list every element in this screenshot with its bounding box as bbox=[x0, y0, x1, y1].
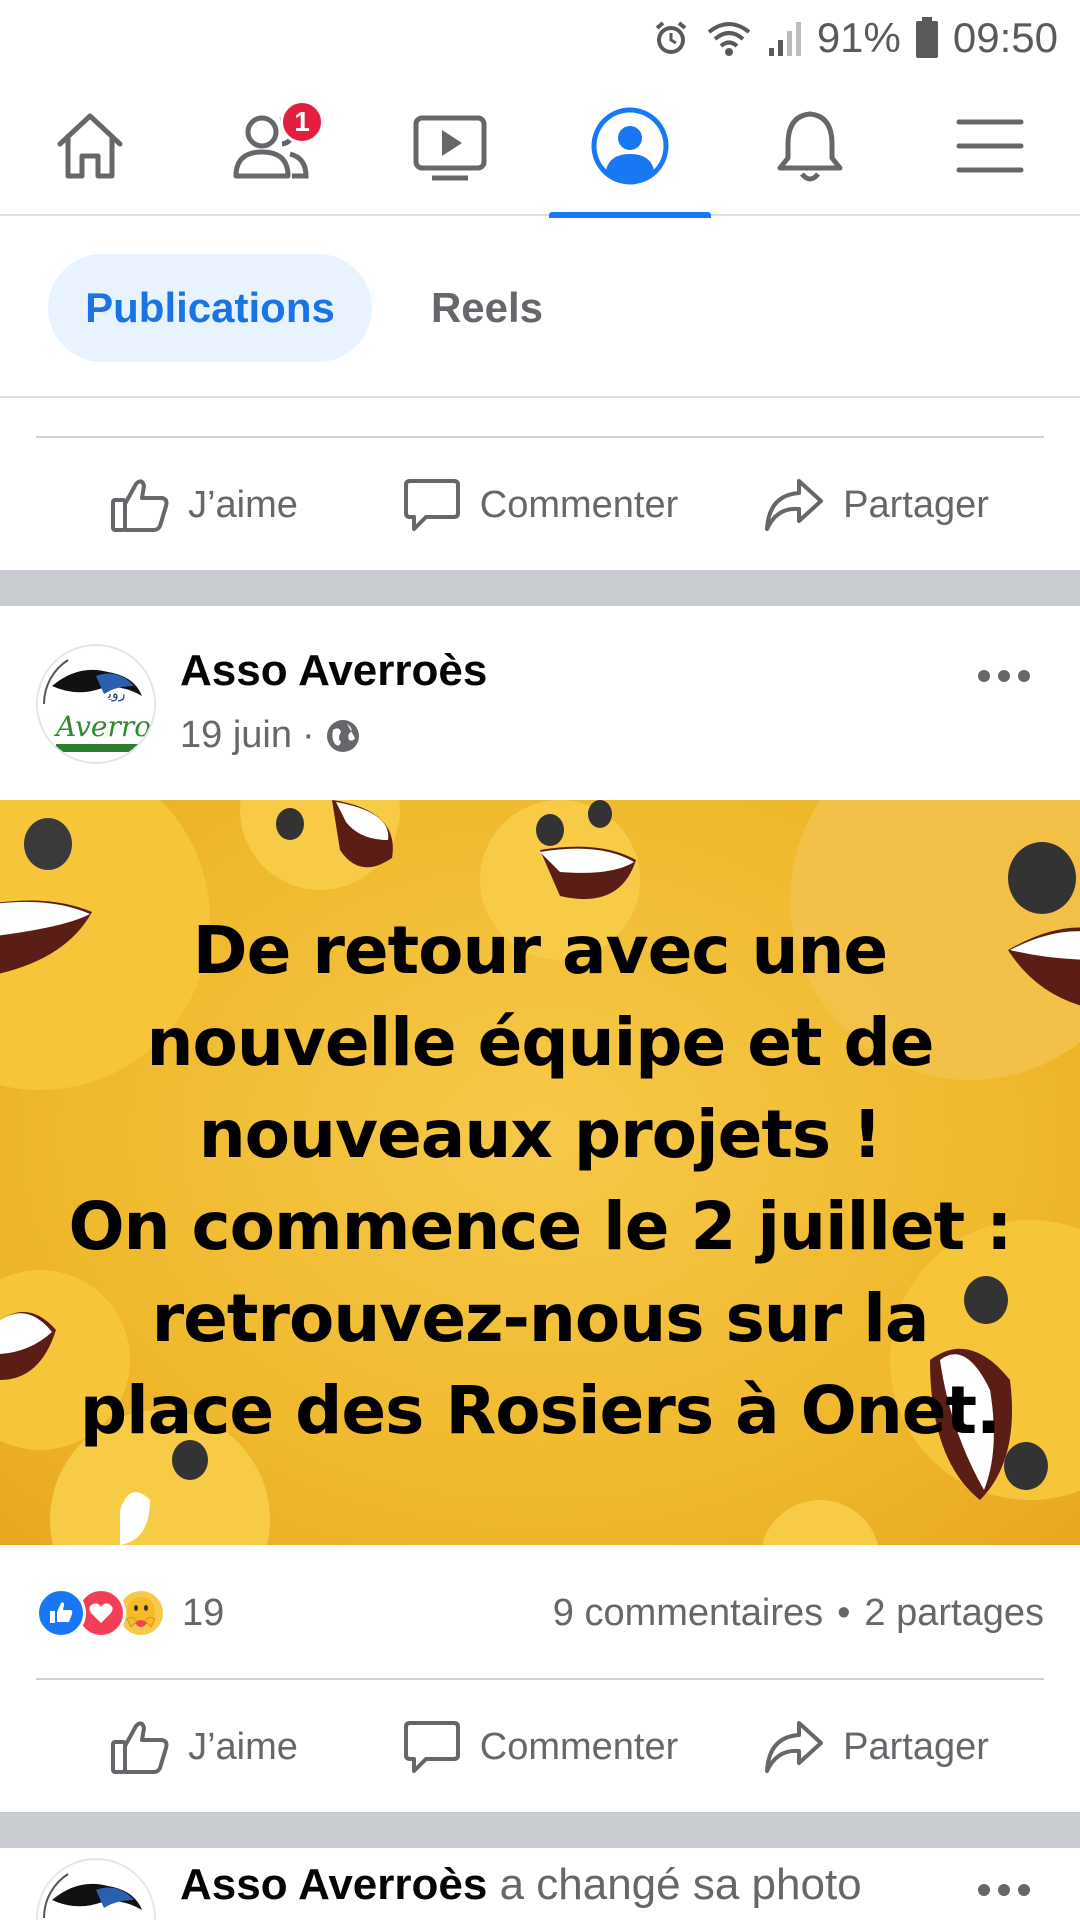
post-header: ﺭﻭﻳ Averro Asso Averroès 19 juin · bbox=[0, 606, 1080, 796]
filter-row: Publications Reels bbox=[0, 218, 1080, 398]
more-icon bbox=[978, 1884, 1030, 1896]
bell-icon bbox=[777, 111, 843, 182]
divider bbox=[36, 436, 1044, 438]
post-date[interactable]: 19 juin bbox=[180, 714, 292, 757]
like-label: J’aime bbox=[188, 1725, 298, 1768]
video-icon bbox=[413, 115, 487, 181]
more-icon bbox=[978, 670, 1030, 682]
caption-line: nouvelle équipe et de bbox=[146, 1004, 935, 1081]
reactions-count: 19 bbox=[182, 1591, 225, 1634]
share-icon bbox=[765, 479, 824, 531]
share-button[interactable]: Partager bbox=[708, 1719, 1044, 1775]
stats-dot: • bbox=[837, 1591, 851, 1634]
battery-icon bbox=[915, 17, 939, 59]
comment-button[interactable]: Commenter bbox=[372, 1719, 708, 1775]
share-icon bbox=[765, 1721, 824, 1773]
post-author[interactable]: Asso Averroès bbox=[180, 646, 487, 696]
meta-dot: · bbox=[301, 714, 315, 756]
top-nav: 1 bbox=[0, 76, 1080, 218]
share-label: Partager bbox=[843, 483, 989, 526]
feed-separator bbox=[0, 570, 1080, 606]
nav-tab-friends[interactable]: 1 bbox=[180, 76, 360, 216]
thumbs-up-icon bbox=[111, 479, 169, 532]
next-post-action: a changé sa photo bbox=[499, 1860, 862, 1909]
comment-icon bbox=[403, 479, 460, 531]
nav-tab-menu[interactable] bbox=[900, 76, 1080, 216]
shares-count[interactable]: 2 partages bbox=[864, 1592, 1044, 1635]
caption-line: retrouvez-nous sur la bbox=[151, 1280, 930, 1357]
comments-count[interactable]: 9 commentaires bbox=[553, 1592, 823, 1635]
nav-tab-profile[interactable] bbox=[540, 76, 720, 218]
like-button[interactable]: J’aime bbox=[36, 1718, 372, 1776]
caption-line: On commence le 2 juillet : bbox=[68, 1188, 1012, 1265]
caption-line: nouveaux projets ! bbox=[198, 1096, 883, 1173]
divider bbox=[36, 1678, 1044, 1680]
comment-label: Commenter bbox=[479, 1725, 679, 1768]
more-options-button[interactable] bbox=[968, 646, 1040, 706]
reaction-icons bbox=[36, 1588, 166, 1638]
globe-icon bbox=[326, 719, 359, 752]
svg-text:Averro: Averro bbox=[53, 710, 151, 743]
nav-tab-notifications[interactable] bbox=[720, 76, 900, 216]
home-icon bbox=[57, 113, 123, 179]
logo-image: ﺭﻭﻳ Averro bbox=[38, 646, 154, 762]
comment-label: Commenter bbox=[479, 483, 679, 526]
status-bar: 91% 09:50 bbox=[0, 0, 1080, 76]
svg-text:ﺭﻭﻳ: ﺭﻭﻳ bbox=[107, 686, 125, 702]
filter-publications[interactable]: Publications bbox=[48, 254, 372, 362]
post-action-bar: J’aime Commenter Partager bbox=[36, 1682, 1044, 1812]
nav-tab-watch[interactable] bbox=[360, 76, 540, 216]
avatar[interactable]: ﺭﻭﻳ Averro bbox=[36, 644, 156, 764]
caption-line: place des Rosiers à Onet. bbox=[79, 1372, 1001, 1449]
like-reaction-icon bbox=[36, 1588, 86, 1638]
reactions-summary[interactable]: 19 bbox=[36, 1588, 224, 1638]
profile-icon bbox=[591, 107, 669, 185]
friends-badge: 1 bbox=[280, 100, 324, 144]
clock: 09:50 bbox=[952, 14, 1058, 61]
avatar[interactable] bbox=[36, 1858, 156, 1920]
post-image[interactable]: De retour avec une nouvelle équipe et de… bbox=[0, 800, 1080, 1545]
nav-tab-home[interactable] bbox=[0, 76, 180, 216]
like-label: J’aime bbox=[188, 483, 298, 526]
next-post-header: Asso Averroès a changé sa photo bbox=[0, 1846, 1080, 1920]
like-button[interactable]: J’aime bbox=[36, 476, 372, 534]
feed-separator bbox=[0, 1812, 1080, 1848]
engagement-stats: 9 commentaires • 2 partages bbox=[553, 1592, 1044, 1635]
logo-image bbox=[38, 1860, 154, 1920]
next-post-author[interactable]: Asso Averroès bbox=[180, 1860, 487, 1909]
reactions-row: 19 9 commentaires • 2 partages bbox=[36, 1548, 1044, 1678]
hamburger-icon bbox=[956, 119, 1024, 173]
post-header: Asso Averroès a changé sa photo bbox=[0, 1846, 1080, 1920]
thumbs-up-icon bbox=[111, 1721, 169, 1774]
comment-icon bbox=[403, 1721, 460, 1773]
alarm-icon bbox=[651, 18, 691, 58]
wifi-icon bbox=[705, 18, 753, 58]
battery-percent: 91% bbox=[816, 14, 901, 61]
share-label: Partager bbox=[843, 1725, 989, 1768]
post-meta: 19 juin · bbox=[180, 714, 361, 757]
signal-icon bbox=[767, 18, 803, 58]
more-options-button[interactable] bbox=[968, 1860, 1040, 1920]
post-image-caption: De retour avec une nouvelle équipe et de… bbox=[0, 905, 1080, 1457]
comment-button[interactable]: Commenter bbox=[372, 477, 708, 533]
post-author: Asso Averroès a changé sa photo bbox=[180, 1860, 862, 1910]
caption-line: De retour avec une bbox=[192, 912, 888, 989]
share-button[interactable]: Partager bbox=[708, 477, 1044, 533]
filter-reels[interactable]: Reels bbox=[412, 254, 562, 362]
post-action-bar: J’aime Commenter Partager bbox=[36, 440, 1044, 570]
